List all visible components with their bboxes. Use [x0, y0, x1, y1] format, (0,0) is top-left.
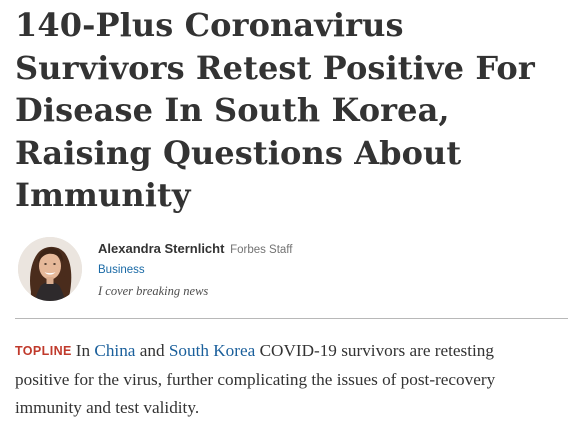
author-name-line: Alexandra Sternlicht Forbes Staff — [98, 241, 498, 258]
topline-label: TOPLINE — [15, 344, 72, 358]
paragraph-text: In — [75, 341, 95, 360]
paragraph-line: immunity and test validity. — [15, 398, 200, 417]
paragraph-text: and — [135, 341, 169, 360]
author-byline: Alexandra Sternlicht Forbes Staff — [98, 241, 498, 258]
south-korea-link[interactable]: South Korea — [169, 341, 255, 360]
headline-line: Disease In South Korea, — [15, 91, 450, 129]
author-avatar[interactable] — [18, 237, 82, 301]
paragraph-text: COVID-19 survivors are retesting — [255, 341, 494, 360]
author-name[interactable]: Alexandra Sternlicht — [98, 241, 224, 256]
headline-line: 140-Plus Coronavirus — [15, 6, 404, 44]
author-bio: I cover breaking news — [98, 284, 209, 298]
paragraph-line: TOPLINE In China and South Korea COVID-19… — [15, 337, 580, 366]
author-channel-link[interactable]: Business — [98, 264, 145, 276]
headline-line: Immunity — [15, 176, 191, 214]
topline-paragraph: TOPLINE In China and South Korea COVID-19… — [15, 337, 580, 423]
paragraph-line: positive for the virus, further complica… — [15, 369, 496, 389]
author-photo — [18, 237, 82, 301]
china-link[interactable]: China — [94, 341, 135, 360]
headline-line: Raising Questions About — [15, 133, 462, 172]
author-role: Forbes Staff — [230, 244, 293, 256]
divider — [15, 318, 568, 319]
headline-line: Survivors Retest Positive For — [15, 48, 535, 87]
article-headline: 140-Plus Coronavirus Survivors Retest Po… — [15, 4, 580, 217]
